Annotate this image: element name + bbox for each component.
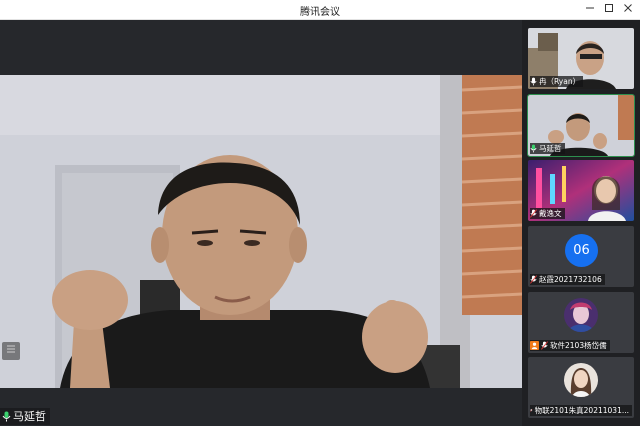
participant-name-tag: 戴逸文 bbox=[530, 208, 565, 219]
participant-name: 马延哲 bbox=[539, 144, 562, 153]
meeting-window: 腾讯会议 马延哲 冉（Ryan） 马延哲 戴逸文 06 赵霞2021732106… bbox=[0, 0, 640, 426]
mic-on-icon bbox=[2, 411, 11, 422]
participant-name: 赵霞2021732106 bbox=[539, 275, 602, 284]
maximize-icon bbox=[605, 4, 613, 12]
participant-name-tag: 赵霞2021732106 bbox=[530, 274, 605, 285]
speaker-video bbox=[0, 75, 522, 388]
minimize-button[interactable] bbox=[582, 2, 598, 18]
mic-muted-icon bbox=[530, 408, 533, 413]
participant-name: 软件2103杨岱儒 bbox=[550, 341, 607, 350]
participant-tile[interactable]: 戴逸文 bbox=[528, 160, 634, 221]
participant-avatar bbox=[564, 298, 598, 332]
minimize-icon bbox=[586, 7, 594, 9]
participant-tile[interactable]: 冉（Ryan） bbox=[528, 28, 634, 89]
mic-on-icon bbox=[530, 144, 537, 153]
participant-tile[interactable]: 马延哲 bbox=[527, 94, 635, 157]
maximize-button[interactable] bbox=[601, 2, 617, 18]
close-button[interactable] bbox=[620, 2, 636, 18]
participant-tile[interactable]: 物联2101朱真20211031... bbox=[528, 357, 634, 418]
window-title: 腾讯会议 bbox=[300, 7, 340, 18]
participant-name: 物联2101朱真20211031... bbox=[534, 406, 629, 415]
mic-on-icon bbox=[530, 77, 537, 86]
active-speaker-tag: 马延哲 bbox=[0, 408, 50, 425]
mic-muted-icon bbox=[530, 209, 537, 218]
active-speaker-name: 马延哲 bbox=[13, 410, 46, 423]
participant-panel: 冉（Ryan） 马延哲 戴逸文 06 赵霞2021732106 软件2103杨岱… bbox=[522, 20, 640, 426]
participant-name: 戴逸文 bbox=[539, 209, 562, 218]
participant-avatar bbox=[564, 363, 598, 397]
main-video-feed[interactable] bbox=[0, 75, 522, 388]
mic-muted-icon bbox=[530, 275, 537, 284]
participant-name: 冉（Ryan） bbox=[539, 77, 581, 86]
close-icon bbox=[624, 4, 632, 12]
participant-name-tag: 物联2101朱真20211031... bbox=[530, 405, 632, 416]
side-panel-toggle[interactable] bbox=[2, 342, 20, 360]
mic-muted-icon bbox=[541, 341, 548, 350]
participant-name-tag: 马延哲 bbox=[530, 143, 565, 154]
title-bar: 腾讯会议 bbox=[0, 0, 640, 20]
participant-name-tag: 软件2103杨岱儒 bbox=[530, 340, 610, 351]
participant-avatar: 06 bbox=[565, 234, 598, 267]
main-video-area[interactable] bbox=[0, 20, 522, 426]
participant-tile[interactable]: 软件2103杨岱儒 bbox=[528, 292, 634, 353]
participant-name-tag: 冉（Ryan） bbox=[530, 76, 584, 87]
participant-tile[interactable]: 06 赵霞2021732106 bbox=[528, 226, 634, 287]
list-icon bbox=[7, 345, 15, 353]
person-icon bbox=[530, 341, 539, 350]
